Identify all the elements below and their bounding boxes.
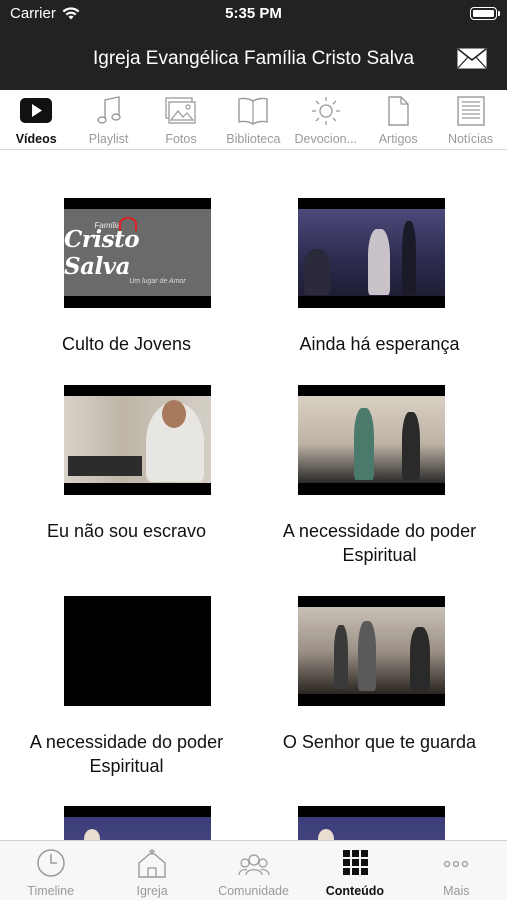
tab-label: Notícias — [447, 132, 494, 146]
church-logo: Família Cristo Salva Um lugar de Amor — [64, 209, 211, 296]
tab-articles[interactable]: Artigos — [362, 90, 434, 150]
video-thumbnail — [64, 806, 211, 840]
sun-icon — [311, 97, 340, 125]
tab-photos[interactable]: Fotos — [145, 90, 217, 150]
video-thumbnail — [64, 385, 211, 495]
video-thumbnail: Família Cristo Salva Um lugar de Amor — [64, 198, 211, 308]
video-thumbnail — [298, 806, 445, 840]
page-title: Igreja Evangélica Família Cristo Salva — [92, 48, 415, 69]
more-dots-icon — [444, 860, 469, 868]
tab-label: Devocion... — [294, 132, 358, 146]
video-thumbnail — [298, 596, 445, 706]
tab-more[interactable]: Mais — [406, 841, 507, 900]
tab-label: Comunidade — [218, 884, 289, 898]
tab-label: Mais — [443, 884, 470, 898]
tab-library[interactable]: Biblioteca — [217, 90, 289, 150]
content-tab-bar: Vídeos Playlist Fotos Biblioteca Devocio… — [0, 90, 507, 150]
tab-label: Biblioteca — [226, 132, 281, 146]
status-bar: Carrier 5:35 PM — [0, 0, 507, 28]
book-icon — [238, 97, 269, 125]
video-thumbnail — [298, 385, 445, 495]
logo-sub-text: Um lugar de Amor — [129, 277, 186, 285]
envelope-icon[interactable] — [457, 48, 487, 69]
tab-label: Timeline — [27, 884, 75, 898]
battery-icon — [470, 7, 500, 20]
heart-icon — [119, 217, 137, 231]
document-icon — [388, 96, 409, 126]
logo-main-text: Cristo Salva — [64, 225, 140, 280]
tab-label: Vídeos — [15, 132, 57, 146]
video-title: A necessidade do poder Espiritual — [282, 521, 477, 565]
video-grid: Família Cristo Salva Um lugar de Amor Cult… — [0, 150, 507, 840]
tab-videos[interactable]: Vídeos — [0, 90, 72, 150]
tab-label: Conteúdo — [325, 884, 385, 898]
clock-time: 5:35 PM — [225, 5, 282, 22]
tab-label: Artigos — [378, 132, 418, 146]
photos-icon — [165, 97, 196, 124]
app-header: Igreja Evangélica Família Cristo Salva — [0, 28, 507, 90]
video-title: A necessidade do poder Espiritual — [29, 732, 224, 776]
tab-community[interactable]: Comunidade — [203, 841, 304, 900]
grid-icon — [342, 850, 368, 875]
tab-timeline[interactable]: Timeline — [0, 841, 101, 900]
bottom-tab-bar: Timeline Igreja Comunidade Conteúdo Mais — [0, 840, 507, 900]
community-icon — [237, 854, 270, 876]
music-note-icon — [96, 96, 121, 124]
tab-label: Playlist — [88, 132, 129, 146]
tab-news[interactable]: Notícias — [434, 90, 506, 150]
tab-church[interactable]: Igreja — [101, 841, 202, 900]
video-title: Eu não sou escravo — [46, 521, 207, 541]
tab-label: Fotos — [165, 132, 197, 146]
tab-label: Igreja — [136, 884, 168, 898]
church-icon — [138, 849, 166, 878]
tab-playlist[interactable]: Playlist — [72, 90, 144, 150]
news-icon — [456, 96, 485, 126]
video-title: Ainda há esperança — [299, 334, 460, 354]
video-thumbnail — [298, 198, 445, 308]
tab-devotional[interactable]: Devocion... — [290, 90, 362, 150]
video-title: Culto de Jovens — [61, 334, 192, 354]
clock-icon — [36, 849, 65, 877]
video-thumbnail — [64, 596, 211, 706]
play-icon — [20, 98, 53, 123]
tab-content[interactable]: Conteúdo — [304, 841, 405, 900]
video-title: O Senhor que te guarda — [282, 732, 477, 752]
